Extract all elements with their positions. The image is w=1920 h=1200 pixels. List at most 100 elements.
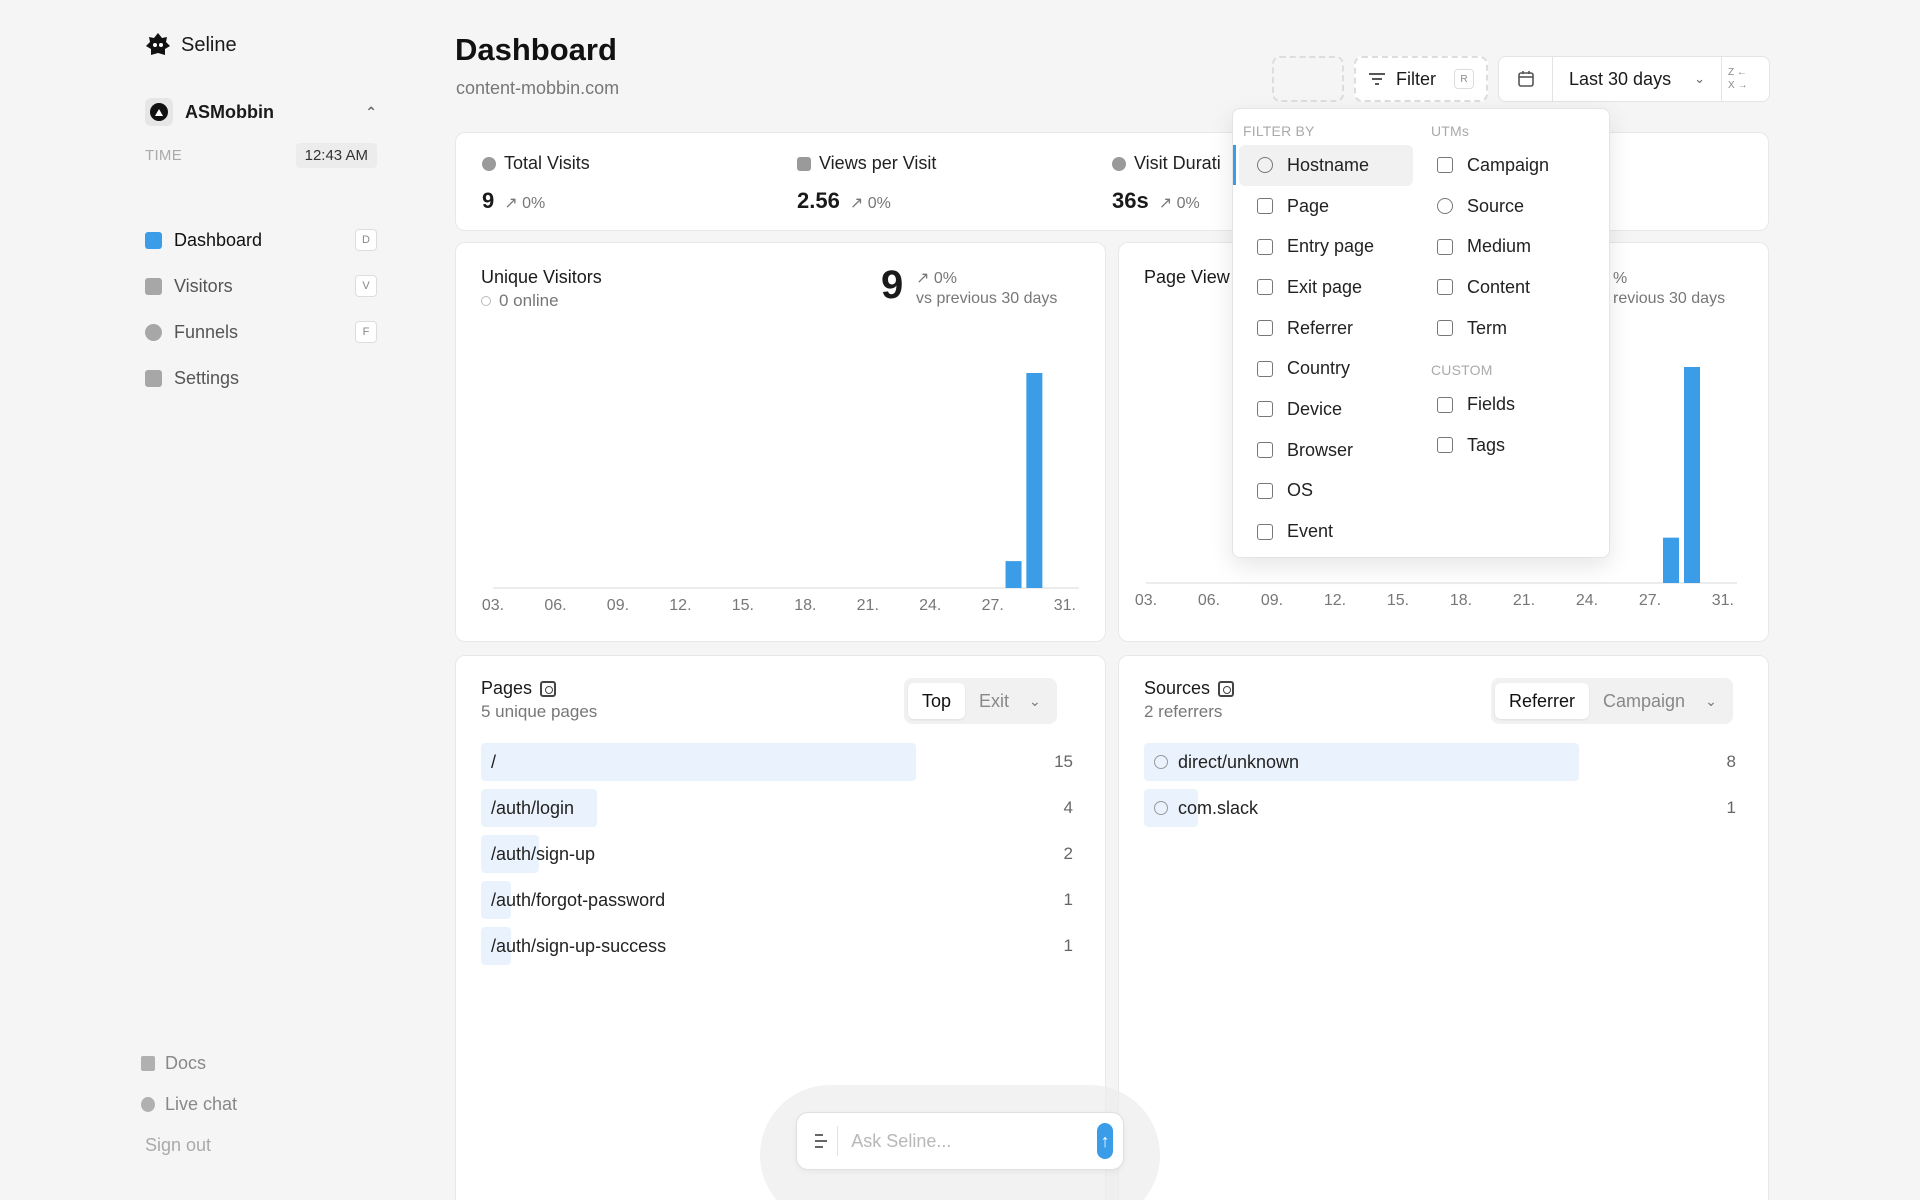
card-subtitle: 2 referrers	[1144, 702, 1223, 721]
scan-icon[interactable]	[540, 680, 557, 697]
row-label: /auth/sign-up-success	[491, 935, 667, 956]
workspace-name: ASMobbin	[185, 101, 274, 122]
x-tick-label: 18.	[1450, 592, 1472, 609]
sign-out-link[interactable]: Sign out	[145, 1135, 211, 1156]
x-tick-label: 21.	[1513, 592, 1535, 609]
date-range-select[interactable]: Last 30 days ⌄	[1553, 69, 1721, 90]
filter-label: Filter	[1396, 68, 1436, 89]
scan-icon[interactable]	[1218, 680, 1235, 697]
filter-option-entry-page[interactable]: Entry page	[1239, 226, 1413, 267]
prev-period-control[interactable]: Z ←	[1728, 67, 1769, 78]
layers-icon	[1437, 279, 1453, 296]
card-title: Sources	[1144, 678, 1235, 699]
list-item[interactable]: com.slack 1	[1144, 789, 1736, 827]
x-tick-label: 21.	[857, 597, 879, 614]
filter-option-exit-page[interactable]: Exit page	[1239, 267, 1413, 308]
tab-exit[interactable]: Exit	[965, 683, 1023, 719]
book-icon	[1257, 198, 1273, 215]
globe-icon	[1154, 801, 1168, 815]
tag-icon	[1437, 437, 1453, 454]
filter-option-event[interactable]: Event	[1239, 511, 1413, 552]
database-icon	[1437, 396, 1453, 413]
period-nav[interactable]: Z ← X →	[1721, 57, 1769, 101]
link-icon	[1257, 320, 1273, 337]
sidebar-item-dashboard[interactable]: Dashboard D	[145, 217, 377, 263]
tab-campaign[interactable]: Campaign	[1589, 683, 1699, 719]
list-item[interactable]: /auth/sign-up 2	[481, 835, 1073, 873]
x-tick-label: 27.	[1639, 592, 1661, 609]
stat-views-per-visit[interactable]: Views per Visit 2.56 ↗ 0%	[797, 153, 936, 214]
filter-option-fields[interactable]: Fields	[1427, 384, 1607, 425]
sidebar-item-label: Visitors	[174, 275, 233, 296]
x-tick-label: 15.	[1387, 592, 1409, 609]
stat-total-visits[interactable]: Total Visits 9 ↗ 0%	[482, 153, 590, 214]
calendar-icon	[1517, 71, 1534, 87]
row-count: 15	[1054, 752, 1073, 771]
filter-button[interactable]: Filter R	[1354, 56, 1488, 102]
visitors-icon	[145, 277, 162, 295]
workspace-switcher[interactable]: ASMobbin ⌃	[145, 98, 377, 126]
filter-option-medium[interactable]: Medium	[1427, 226, 1607, 267]
stat-change: ↗ 0%	[849, 195, 891, 212]
list-item[interactable]: / 15	[481, 743, 1073, 781]
megaphone-icon	[1437, 157, 1453, 174]
stat-label: Views per Visit	[819, 153, 937, 173]
sidebar-item-visitors[interactable]: Visitors V	[145, 263, 377, 309]
enter-icon	[1257, 238, 1273, 255]
shortcut-key: R	[1454, 69, 1474, 89]
filter-option-device[interactable]: Device	[1239, 389, 1413, 430]
filter-option-tags[interactable]: Tags	[1427, 425, 1607, 466]
filter-option-page[interactable]: Page	[1239, 186, 1413, 227]
filter-option-country[interactable]: Country	[1239, 348, 1413, 389]
filter-option-term[interactable]: Term	[1427, 308, 1607, 349]
filter-option-os[interactable]: OS	[1239, 471, 1413, 512]
list-item[interactable]: /auth/forgot-password 1	[481, 881, 1073, 919]
filter-option-source[interactable]: Source	[1427, 186, 1607, 227]
x-tick-label: 18.	[794, 597, 816, 614]
shortcut-key: V	[355, 275, 377, 297]
row-count: 1	[1063, 890, 1073, 909]
tab-referrer[interactable]: Referrer	[1495, 683, 1590, 719]
x-tick-label: 31.	[1054, 597, 1076, 614]
time-label: TIME	[145, 147, 183, 164]
live-chat-label: Live chat	[165, 1094, 238, 1114]
brand[interactable]: Seline	[143, 30, 237, 60]
sidebar-item-settings[interactable]: Settings	[145, 355, 377, 401]
site-domain: content-mobbin.com	[456, 78, 620, 98]
filter-option-browser[interactable]: Browser	[1239, 430, 1413, 471]
unique-visitors-card: Unique Visitors 0 online 9 ↗ 0% vs previ…	[455, 242, 1106, 642]
tab-top[interactable]: Top	[908, 683, 966, 719]
row-count: 2	[1063, 844, 1073, 863]
x-tick-label: 27.	[982, 597, 1004, 614]
row-count: 1	[1063, 936, 1073, 955]
row-count: 1	[1726, 798, 1736, 817]
row-count: 4	[1063, 798, 1073, 817]
time-row: TIME 12:43 AM	[145, 143, 377, 168]
live-chat-link[interactable]: Live chat	[141, 1084, 237, 1125]
list-item[interactable]: /auth/login 4	[481, 789, 1073, 827]
filter-option-campaign[interactable]: Campaign	[1427, 145, 1607, 186]
filter-option-content[interactable]: Content	[1427, 267, 1607, 308]
list-item[interactable]: /auth/sign-up-success 1	[481, 927, 1073, 965]
row-label: /	[491, 751, 497, 772]
row-label: /auth/login	[491, 797, 575, 818]
next-period-control[interactable]: X →	[1728, 80, 1769, 91]
sources-card: Sources 2 referrers Referrer Campaign ⌄ …	[1118, 655, 1769, 1200]
unique-visitors-chart[interactable]: 03. 06. 09. 12. 15. 18. 21. 24. 27. 31.	[456, 243, 1107, 643]
ask-input[interactable]	[851, 1130, 1084, 1152]
row-label: /auth/forgot-password	[491, 889, 666, 910]
sidebar-item-funnels[interactable]: Funnels F	[145, 309, 377, 355]
calendar-button[interactable]	[1499, 57, 1553, 101]
settings-lines-icon[interactable]	[815, 1134, 827, 1148]
chevron-down-icon[interactable]: ⌄	[1699, 693, 1729, 710]
shortcut-key: F	[355, 321, 377, 343]
exit-icon	[1257, 279, 1273, 296]
chevron-down-icon[interactable]: ⌄	[1023, 693, 1053, 710]
stat-visit-duration[interactable]: Visit Durati 36s ↗ 0%	[1112, 153, 1221, 214]
filter-option-hostname[interactable]: Hostname	[1239, 145, 1413, 186]
list-item[interactable]: direct/unknown 8	[1144, 743, 1736, 781]
docs-link[interactable]: Docs	[141, 1043, 237, 1084]
filter-option-referrer[interactable]: Referrer	[1239, 308, 1413, 349]
x-tick-label: 09.	[607, 597, 629, 614]
send-arrow-icon[interactable]: ↑	[1097, 1123, 1113, 1159]
